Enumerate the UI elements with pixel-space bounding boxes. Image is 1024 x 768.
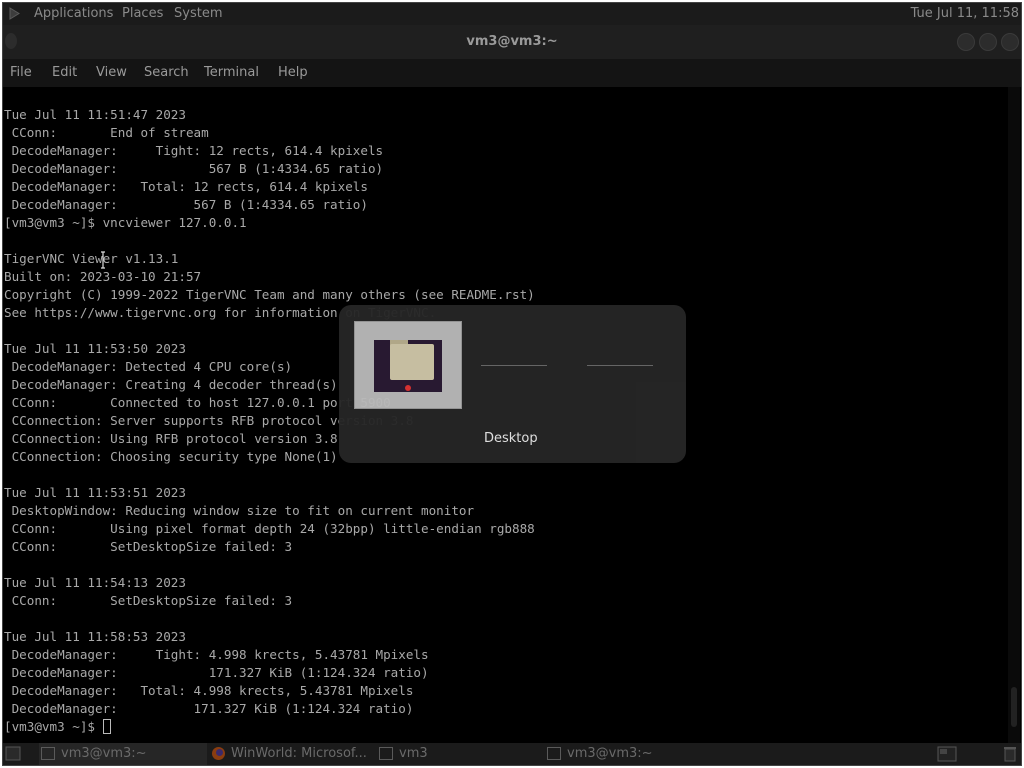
terminal-line: CConnection: Choosing security type None… — [4, 449, 338, 464]
menu-applications[interactable]: Applications — [34, 6, 113, 21]
workspace-preview — [374, 340, 442, 392]
terminal-line: Tue Jul 11 11:53:51 2023 — [4, 485, 186, 500]
terminal-line: CConn: End of stream — [4, 125, 209, 140]
vnc-desktop: Applications Places System Tue Jul 11, 1… — [2, 2, 1022, 766]
terminal-line: Tue Jul 11 11:51:47 2023 — [4, 107, 186, 122]
terminal-scrollbar[interactable] — [1008, 87, 1020, 745]
terminal-line: Built on: 2023-03-10 21:57 — [4, 269, 202, 284]
taskbar-item-label: vm3@vm3:~ — [61, 746, 147, 761]
taskbar-item-terminal-2[interactable]: vm3@vm3:~ — [545, 743, 713, 765]
terminal-line: Tue Jul 11 11:53:50 2023 — [4, 341, 186, 356]
taskbar-item-terminal[interactable]: vm3@vm3:~ — [39, 743, 207, 765]
terminal-line: CConn: SetDesktopSize failed: 3 — [4, 593, 293, 608]
terminal-line: DecodeManager: Tight: 12 rects, 614.4 kp… — [4, 143, 384, 158]
vnc-icon — [379, 747, 393, 760]
terminal-line: CConn: Using pixel format depth 24 (32bp… — [4, 521, 535, 536]
trash-icon[interactable] — [1003, 746, 1017, 762]
terminal-line: CConnection: Using RFB protocol version … — [4, 431, 338, 446]
workspace-switcher-popup: Desktop — [339, 305, 686, 463]
terminal-menubar: File Edit View Search Terminal Help — [3, 59, 1021, 87]
menu-edit[interactable]: Edit — [52, 65, 77, 80]
ibeam-cursor-icon — [101, 251, 105, 269]
show-desktop-icon[interactable] — [5, 746, 21, 761]
bottom-taskbar: vm3@vm3:~ WinWorld: Microsof... vm3 vm3@… — [3, 743, 1021, 765]
terminal-line: DecodeManager: Creating 4 decoder thread… — [4, 377, 338, 392]
terminal-line: Tue Jul 11 11:58:53 2023 — [4, 629, 186, 644]
terminal-line: CConn: Connected to host 127.0.0.1 port … — [4, 395, 391, 410]
terminal-titlebar[interactable]: vm3@vm3:~ — [3, 25, 1021, 59]
terminal-line: DesktopWindow: Reducing window size to f… — [4, 503, 475, 518]
terminal-line: TigerVNC Viewer v1.13.1 — [4, 251, 179, 266]
workspace-thumbnail[interactable] — [354, 321, 462, 409]
workspace-label: Desktop — [484, 431, 538, 446]
terminal-line: DecodeManager: Tight: 4.998 krects, 5.43… — [4, 647, 429, 662]
menu-system[interactable]: System — [174, 6, 222, 21]
terminal-line: DecodeManager: 567 B (1:4334.65 ratio) — [4, 161, 384, 176]
folder-icon — [390, 344, 434, 380]
taskbar-item-browser[interactable]: WinWorld: Microsof... — [209, 743, 377, 765]
taskbar-item-label: vm3 — [399, 746, 428, 761]
terminal-line: Tue Jul 11 11:54:13 2023 — [4, 575, 186, 590]
terminal-line: DecodeManager: Detected 4 CPU core(s) — [4, 359, 293, 374]
terminal-line: DecodeManager: 171.327 KiB (1:124.324 ra… — [4, 701, 414, 716]
applications-menu-icon[interactable] — [9, 7, 21, 20]
app-dot-icon — [405, 385, 411, 391]
menu-search[interactable]: Search — [144, 65, 189, 80]
terminal-line: DecodeManager: 171.327 KiB (1:124.324 ra… — [4, 665, 429, 680]
maximize-button[interactable] — [979, 33, 997, 51]
workspace-switcher-icon[interactable] — [937, 746, 957, 762]
terminal-line: CConn: SetDesktopSize failed: 3 — [4, 539, 293, 554]
scrollbar-thumb[interactable] — [1011, 687, 1017, 727]
top-panel: Applications Places System Tue Jul 11, 1… — [3, 3, 1021, 25]
workspace-slot-3[interactable] — [587, 365, 653, 366]
menu-terminal[interactable]: Terminal — [204, 65, 259, 80]
close-button[interactable] — [1001, 33, 1019, 51]
panel-clock[interactable]: Tue Jul 11, 11:58 — [911, 6, 1019, 21]
terminal-cursor — [102, 719, 111, 734]
taskbar-item-label: vm3@vm3:~ — [567, 746, 653, 761]
terminal-line: Copyright (C) 1999-2022 TigerVNC Team an… — [4, 287, 535, 302]
terminal-line: [vm3@vm3 ~]$ vncviewer 127.0.0.1 — [4, 215, 247, 230]
terminal-line: DecodeManager: Total: 12 rects, 614.4 kp… — [4, 179, 368, 194]
minimize-button[interactable] — [957, 33, 975, 51]
terminal-icon — [41, 747, 55, 760]
terminal-line: DecodeManager: 567 B (1:4334.65 ratio) — [4, 197, 368, 212]
window-title: vm3@vm3:~ — [466, 34, 558, 49]
firefox-icon — [212, 747, 225, 760]
menu-help[interactable]: Help — [278, 65, 308, 80]
taskbar-item-label: WinWorld: Microsof... — [231, 746, 367, 761]
menu-file[interactable]: File — [10, 65, 32, 80]
menu-places[interactable]: Places — [122, 6, 163, 21]
shell-prompt: [vm3@vm3 ~]$ — [4, 719, 103, 734]
menu-view[interactable]: View — [96, 65, 127, 80]
workspace-slot-2[interactable] — [481, 365, 547, 366]
terminal-icon — [547, 747, 561, 760]
taskbar-item-vnc[interactable]: vm3 — [377, 743, 545, 765]
terminal-line: DecodeManager: Total: 4.998 krects, 5.43… — [4, 683, 414, 698]
